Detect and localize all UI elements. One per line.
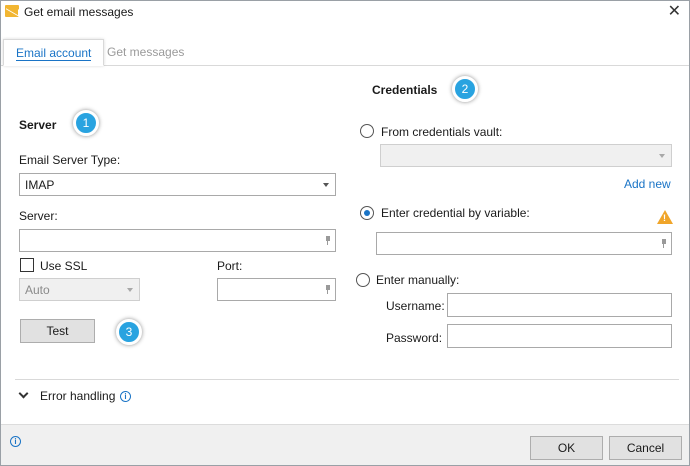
add-new-link[interactable]: Add new [624, 177, 671, 191]
title-bar: Get email messages ✕ [1, 1, 689, 25]
use-ssl-label: Use SSL [40, 259, 88, 273]
test-button[interactable]: Test [20, 319, 95, 343]
info-icon[interactable]: i [120, 391, 131, 402]
password-label: Password: [386, 331, 443, 345]
email-server-type-select[interactable]: IMAP [19, 173, 336, 196]
window-title: Get email messages [24, 5, 134, 19]
username-label: Username: [386, 299, 445, 313]
server-input[interactable] [19, 229, 336, 252]
pin-icon[interactable] [325, 236, 331, 246]
dialog-footer: i OK Cancel [1, 424, 689, 465]
error-handling-toggle[interactable]: Error handling [40, 389, 115, 403]
manually-radio[interactable] [356, 273, 370, 287]
chevron-down-icon [659, 154, 665, 158]
use-ssl-checkbox[interactable] [20, 258, 34, 272]
ssl-mode-value: Auto [25, 283, 50, 297]
by-variable-label: Enter credential by variable: [381, 206, 530, 220]
tab-bar: Email account Get messages [1, 39, 689, 66]
close-button[interactable]: ✕ [668, 3, 681, 21]
port-input[interactable] [217, 278, 336, 301]
email-server-type-label: Email Server Type: [19, 153, 121, 167]
email-server-type-value: IMAP [25, 178, 55, 192]
email-envelope-icon [5, 5, 19, 17]
port-label: Port: [217, 259, 243, 273]
warning-icon: ! [657, 210, 673, 224]
from-vault-label: From credentials vault: [381, 125, 503, 139]
step-badge-3: 3 [116, 319, 142, 345]
dialog-window: Get email messages ✕ Email account Get m… [0, 0, 690, 466]
step-badge-2: 2 [452, 76, 478, 102]
credential-variable-input[interactable] [376, 232, 672, 255]
server-label: Server: [19, 209, 58, 223]
password-input[interactable] [447, 324, 672, 348]
pin-icon[interactable] [661, 239, 667, 249]
step-badge-1: 1 [73, 110, 99, 136]
ssl-mode-select[interactable]: Auto [19, 278, 140, 301]
manually-label: Enter manually: [376, 273, 460, 287]
chevron-down-icon [127, 288, 133, 292]
chevron-down-icon [323, 183, 329, 187]
ok-button[interactable]: OK [530, 436, 603, 460]
pin-icon[interactable] [325, 285, 331, 295]
credentials-heading: Credentials [372, 83, 438, 97]
info-icon[interactable]: i [10, 436, 21, 447]
tab-get-messages[interactable]: Get messages [95, 39, 196, 66]
vault-select[interactable] [380, 144, 672, 167]
section-divider [15, 379, 679, 380]
username-input[interactable] [447, 293, 672, 317]
cancel-button[interactable]: Cancel [609, 436, 682, 460]
server-heading: Server [19, 118, 57, 132]
by-variable-radio[interactable] [360, 206, 374, 220]
tab-email-account[interactable]: Email account [3, 39, 105, 66]
chevron-down-icon[interactable] [18, 388, 29, 399]
from-vault-radio[interactable] [360, 124, 374, 138]
